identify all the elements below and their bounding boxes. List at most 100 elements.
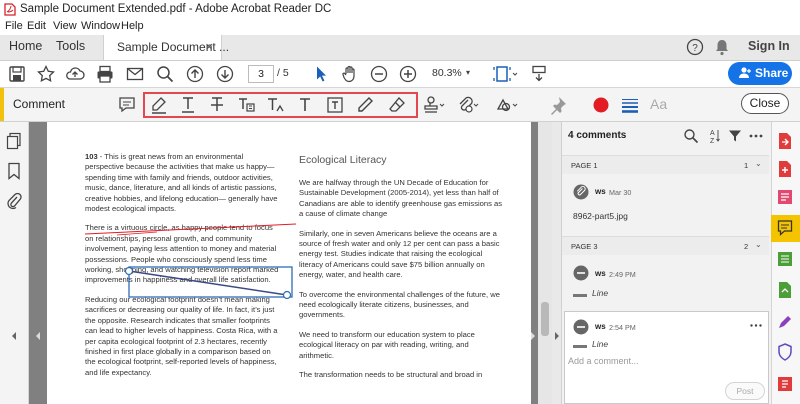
text-properties-sample[interactable]: Aa	[650, 96, 667, 112]
close-tab-icon[interactable]: ×	[205, 39, 213, 54]
tabs-row: Home Tools Sample Document ... × ? Sign …	[0, 35, 800, 61]
panel-splitter[interactable]	[552, 122, 561, 404]
comment-date: 2:49 PM	[609, 270, 636, 279]
comment-tool-icon[interactable]	[777, 219, 793, 237]
pencil-draw-icon[interactable]	[355, 95, 375, 115]
comment-accent-bar	[0, 88, 4, 121]
tab-document[interactable]: Sample Document ... ×	[103, 35, 229, 60]
pin-tool-icon[interactable]	[548, 95, 568, 115]
add-comment-input[interactable]: Add a comment...	[568, 356, 760, 376]
zoom-in-icon[interactable]	[398, 64, 418, 84]
collapse-right-panel-icon[interactable]	[553, 330, 561, 342]
page-number-input[interactable]: 3	[248, 65, 274, 83]
edit-pdf-icon[interactable]	[777, 188, 793, 206]
chevron-down-icon: ⌄	[755, 240, 762, 249]
more-options-icon[interactable]	[749, 134, 763, 138]
scroll-mode-icon[interactable]	[529, 64, 549, 84]
menu-help[interactable]: Help	[121, 20, 144, 32]
print-icon[interactable]	[95, 64, 115, 84]
pdf-page[interactable]: 103 - This is great news from an environ…	[47, 122, 531, 404]
text-box-icon[interactable]	[325, 95, 345, 115]
document-scrollbar[interactable]	[538, 122, 552, 404]
export-pdf-icon[interactable]	[777, 132, 793, 150]
menu-edit[interactable]: Edit	[27, 20, 46, 32]
tab-home[interactable]: Home	[9, 39, 42, 53]
group-count: 1	[744, 161, 749, 170]
page-down-icon[interactable]	[215, 64, 235, 84]
sort-comments-icon[interactable]: AZ	[708, 127, 720, 145]
collapse-left-panel-icon[interactable]	[9, 330, 19, 342]
line-thickness-icon[interactable]	[620, 95, 640, 115]
tab-tools[interactable]: Tools	[56, 39, 85, 53]
title-bar: Sample Document Extended.pdf - Adobe Acr…	[0, 0, 800, 19]
replace-text-icon[interactable]	[236, 95, 256, 115]
filter-comments-icon[interactable]	[728, 129, 742, 143]
comment-group-header[interactable]: PAGE 3 2 ⌄	[562, 236, 769, 255]
share-person-icon	[739, 67, 751, 78]
post-comment-button[interactable]: Post	[725, 382, 765, 400]
group-page-label: PAGE 1	[571, 161, 598, 170]
hand-tool-icon[interactable]	[340, 64, 360, 84]
eraser-icon[interactable]	[387, 95, 407, 115]
comment-date: Mar 30	[609, 188, 632, 197]
help-icon[interactable]: ?	[686, 38, 704, 56]
svg-text:A: A	[710, 130, 715, 137]
comment-date: 2:54 PM	[609, 323, 636, 332]
comment-item[interactable]: ws 2:49 PM Line	[562, 257, 769, 305]
share-button-label: Share	[755, 66, 789, 80]
color-picker-red-icon[interactable]	[591, 95, 611, 115]
bookmark-star-icon[interactable]	[36, 64, 56, 84]
underline-text-icon[interactable]	[178, 95, 198, 115]
create-pdf-icon[interactable]	[777, 160, 793, 178]
previous-page-arrow-icon[interactable]	[33, 330, 43, 342]
comment-group-header[interactable]: PAGE 1 1 ⌄	[562, 155, 769, 174]
main-toolbar: 3 / 5 80.3% ▾ Share	[0, 61, 800, 88]
zoom-level-dropdown[interactable]: 80.3% ▾	[432, 65, 472, 81]
combine-files-icon[interactable]	[777, 250, 793, 268]
zoom-level-value: 80.3%	[432, 67, 462, 79]
stamp-icon[interactable]	[422, 95, 446, 115]
zoom-out-icon[interactable]	[369, 64, 389, 84]
email-icon[interactable]	[125, 64, 145, 84]
comment-author: ws	[595, 187, 606, 196]
page-up-icon[interactable]	[185, 64, 205, 84]
insert-text-icon[interactable]	[265, 95, 285, 115]
fill-sign-icon[interactable]	[777, 312, 793, 330]
comment-toolbar: Comment Aa Close	[0, 88, 800, 122]
menu-file[interactable]: File	[5, 20, 23, 32]
shapes-icon[interactable]	[495, 95, 519, 115]
sign-in-link[interactable]: Sign In	[748, 39, 790, 53]
search-icon[interactable]	[155, 64, 175, 84]
search-comments-icon[interactable]	[683, 128, 699, 144]
menu-window[interactable]: Window	[81, 20, 120, 32]
line-type-icon	[573, 294, 587, 297]
scrollbar-thumb[interactable]	[541, 302, 549, 336]
comment-text: Line	[592, 288, 609, 298]
strikethrough-text-icon[interactable]	[207, 95, 227, 115]
comments-count: 4 comments	[568, 130, 627, 141]
share-button[interactable]: Share	[728, 62, 792, 85]
bookmarks-icon[interactable]	[7, 162, 21, 180]
more-tools-icon[interactable]	[777, 375, 793, 393]
attachment-pin-icon	[573, 184, 589, 200]
organize-pages-icon[interactable]	[777, 281, 793, 299]
line-handle-end	[282, 290, 292, 300]
left-navigation-rail	[0, 122, 29, 404]
add-text-comment-icon[interactable]	[295, 95, 315, 115]
save-icon[interactable]	[7, 64, 27, 84]
comment-options-icon[interactable]	[750, 324, 762, 327]
select-cursor-icon[interactable]	[311, 64, 331, 84]
page-thumbnails-icon[interactable]	[6, 132, 22, 150]
menu-view[interactable]: View	[53, 20, 77, 32]
protect-shield-icon[interactable]	[777, 343, 793, 361]
attach-file-icon[interactable]	[456, 95, 480, 115]
page-fit-icon[interactable]	[492, 64, 518, 84]
upload-cloud-icon[interactable]	[65, 64, 85, 84]
close-comment-button[interactable]: Close	[741, 93, 789, 114]
comment-item[interactable]: ws Mar 30 8962-part5.jpg	[562, 174, 769, 226]
notification-bell-icon[interactable]	[714, 38, 730, 56]
line-type-icon	[573, 345, 587, 348]
sticky-note-icon[interactable]	[117, 95, 137, 115]
highlight-text-icon[interactable]	[149, 95, 169, 115]
attachments-paperclip-icon[interactable]	[6, 192, 22, 210]
